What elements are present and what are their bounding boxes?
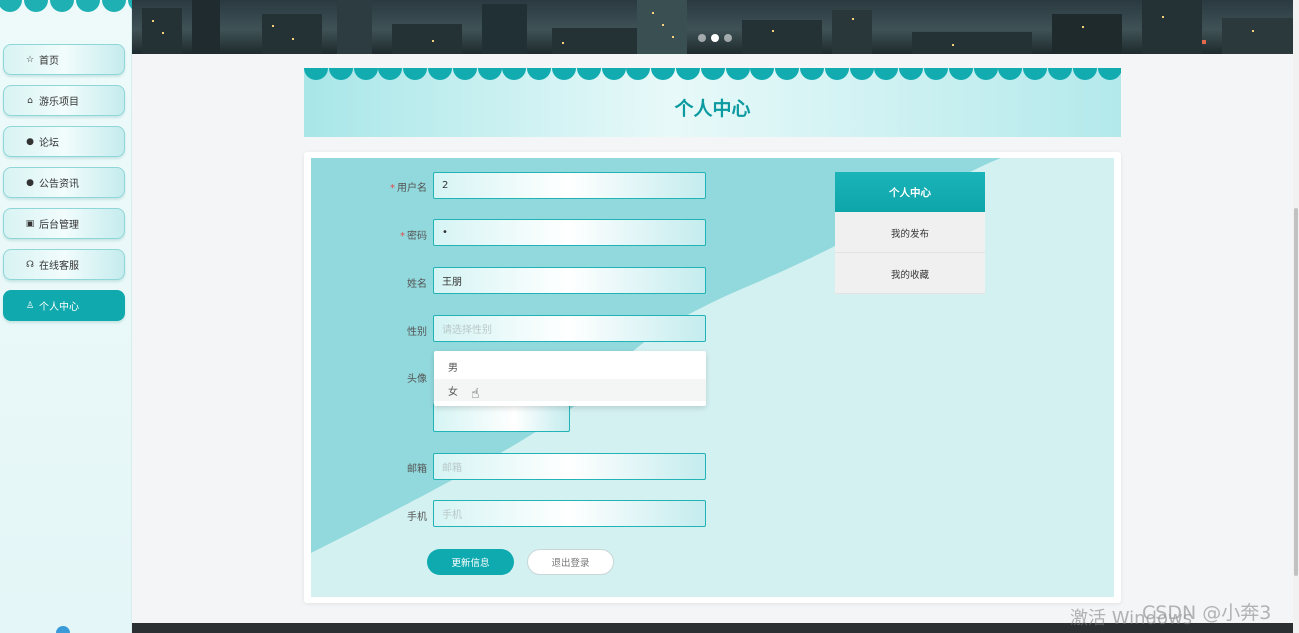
avatar-upload[interactable] [433, 403, 570, 432]
sidebar-item-attractions[interactable]: ⌂ 游乐项目 [3, 85, 125, 116]
menu-item-my-favorites[interactable]: 我的收藏 [835, 254, 985, 294]
scallop-decoration [1072, 68, 1097, 80]
headset-icon: ☊ [26, 259, 34, 270]
sidebar-item-admin[interactable]: ▣ 后台管理 [3, 208, 125, 239]
sidebar-item-label: 游乐项目 [39, 97, 79, 108]
carousel-dot[interactable] [698, 34, 706, 42]
scallop-decoration [676, 68, 700, 80]
password-input[interactable]: • [433, 219, 706, 246]
scrollbar-thumb[interactable] [1294, 208, 1298, 576]
sidebar-item-label: 后台管理 [39, 220, 79, 231]
update-info-button[interactable]: 更新信息 [427, 549, 514, 575]
scallop-decoration [899, 68, 924, 80]
password-label: * 密码 [400, 231, 427, 242]
scallop-decoration [552, 68, 576, 80]
scallop-decoration [353, 68, 378, 80]
profile-side-menu: 个人中心 我的发布 我的收藏 [835, 172, 985, 294]
scallop-decoration [1097, 68, 1121, 80]
scallop-decoration [973, 68, 998, 80]
star-icon: ☆ [25, 54, 35, 65]
scallop-decoration [428, 68, 452, 80]
csdn-watermark: CSDN @小奔3 [1142, 602, 1272, 624]
lock-icon: ⌂ [27, 95, 33, 106]
banner-carousel [132, 0, 1293, 54]
hand-cursor-icon: ☝ [471, 386, 480, 402]
carousel-dot[interactable] [724, 34, 732, 42]
scallop-decoration [750, 68, 775, 80]
gender-label: 性别 [407, 327, 427, 338]
sidebar-item-home[interactable]: ☆ 首页 [3, 44, 125, 75]
scallop-decoration [800, 68, 824, 80]
sidebar-item-label: 论坛 [39, 138, 59, 149]
profile-card: * 用户名 2 * 密码 • 姓名 王朋 性别 请选择性别 头像 邮箱 邮箱 手机 … [304, 152, 1121, 603]
gender-select[interactable]: 请选择性别 [433, 315, 706, 342]
sidebar-item-forum[interactable]: ● 论坛 [3, 126, 125, 157]
email-label: 邮箱 [407, 464, 427, 475]
scallop-decoration [477, 68, 502, 80]
email-input[interactable]: 邮箱 [433, 453, 706, 480]
scallop-decoration [502, 68, 527, 80]
user-icon: ♙ [25, 300, 35, 311]
sidebar-item-label: 公告资讯 [39, 179, 79, 190]
scallop-decoration [576, 68, 601, 80]
phone-label: 手机 [407, 512, 427, 523]
scallop-decoration [874, 68, 899, 80]
page-header: 个人中心 [304, 68, 1121, 137]
sidebar: ☆ 首页 ⌂ 游乐项目 ● 论坛 ● 公告资讯 ▣ 后台管理 ☊ 在线客服 ♙ … [0, 0, 132, 633]
sidebar-item-news[interactable]: ● 公告资讯 [3, 167, 125, 198]
page-scrollbar[interactable] [1293, 0, 1299, 633]
sidebar-item-label: 首页 [39, 56, 59, 67]
carousel-dot-active[interactable] [711, 34, 719, 42]
question-icon: ● [26, 177, 34, 188]
scallop-decoration [328, 68, 353, 80]
scallop-decoration [1023, 68, 1048, 80]
carousel-indicators [698, 34, 732, 42]
scallop-decoration [527, 68, 552, 80]
scallop-decoration [378, 68, 403, 80]
scallop-decoration [849, 68, 874, 80]
floating-chat-icon[interactable] [56, 626, 70, 633]
scallop-decoration [824, 68, 849, 80]
info-icon: ● [26, 136, 34, 147]
scallop-decoration [924, 68, 948, 80]
scallop-decoration [626, 68, 651, 80]
sidebar-item-support[interactable]: ☊ 在线客服 [3, 249, 125, 280]
username-input[interactable]: 2 [433, 172, 706, 199]
page-title: 个人中心 [674, 98, 751, 120]
sidebar-item-label: 在线客服 [39, 261, 79, 272]
scallop-decoration [601, 68, 626, 80]
gender-option-male[interactable]: 男 [434, 355, 706, 377]
logout-button[interactable]: 退出登录 [527, 549, 614, 575]
panel-wave-background [311, 158, 1001, 553]
username-label: * 用户名 [390, 183, 427, 194]
menu-title[interactable]: 个人中心 [835, 172, 985, 212]
sidebar-item-profile[interactable]: ♙ 个人中心 [3, 290, 125, 321]
avatar-label: 头像 [407, 374, 427, 385]
scallop-decoration [775, 68, 800, 80]
profile-panel: * 用户名 2 * 密码 • 姓名 王朋 性别 请选择性别 头像 邮箱 邮箱 手机 … [311, 158, 1114, 597]
scallop-decoration [452, 68, 477, 80]
scallop-decoration [1048, 68, 1072, 80]
scallop-decoration [998, 68, 1023, 80]
scallop-decoration [651, 68, 676, 80]
sidebar-item-label: 个人中心 [39, 302, 79, 313]
scallop-decoration [725, 68, 750, 80]
briefcase-icon: ▣ [25, 218, 35, 229]
menu-item-my-posts[interactable]: 我的发布 [835, 213, 985, 253]
name-input[interactable]: 王朋 [433, 267, 706, 294]
scallop-decoration [403, 68, 428, 80]
scallop-decoration [700, 68, 725, 80]
scallop-decoration [304, 68, 328, 80]
name-label: 姓名 [407, 279, 427, 290]
sidebar-scallop-decoration [0, 0, 132, 14]
scallop-decoration [948, 68, 973, 80]
phone-input[interactable]: 手机 [433, 500, 706, 527]
